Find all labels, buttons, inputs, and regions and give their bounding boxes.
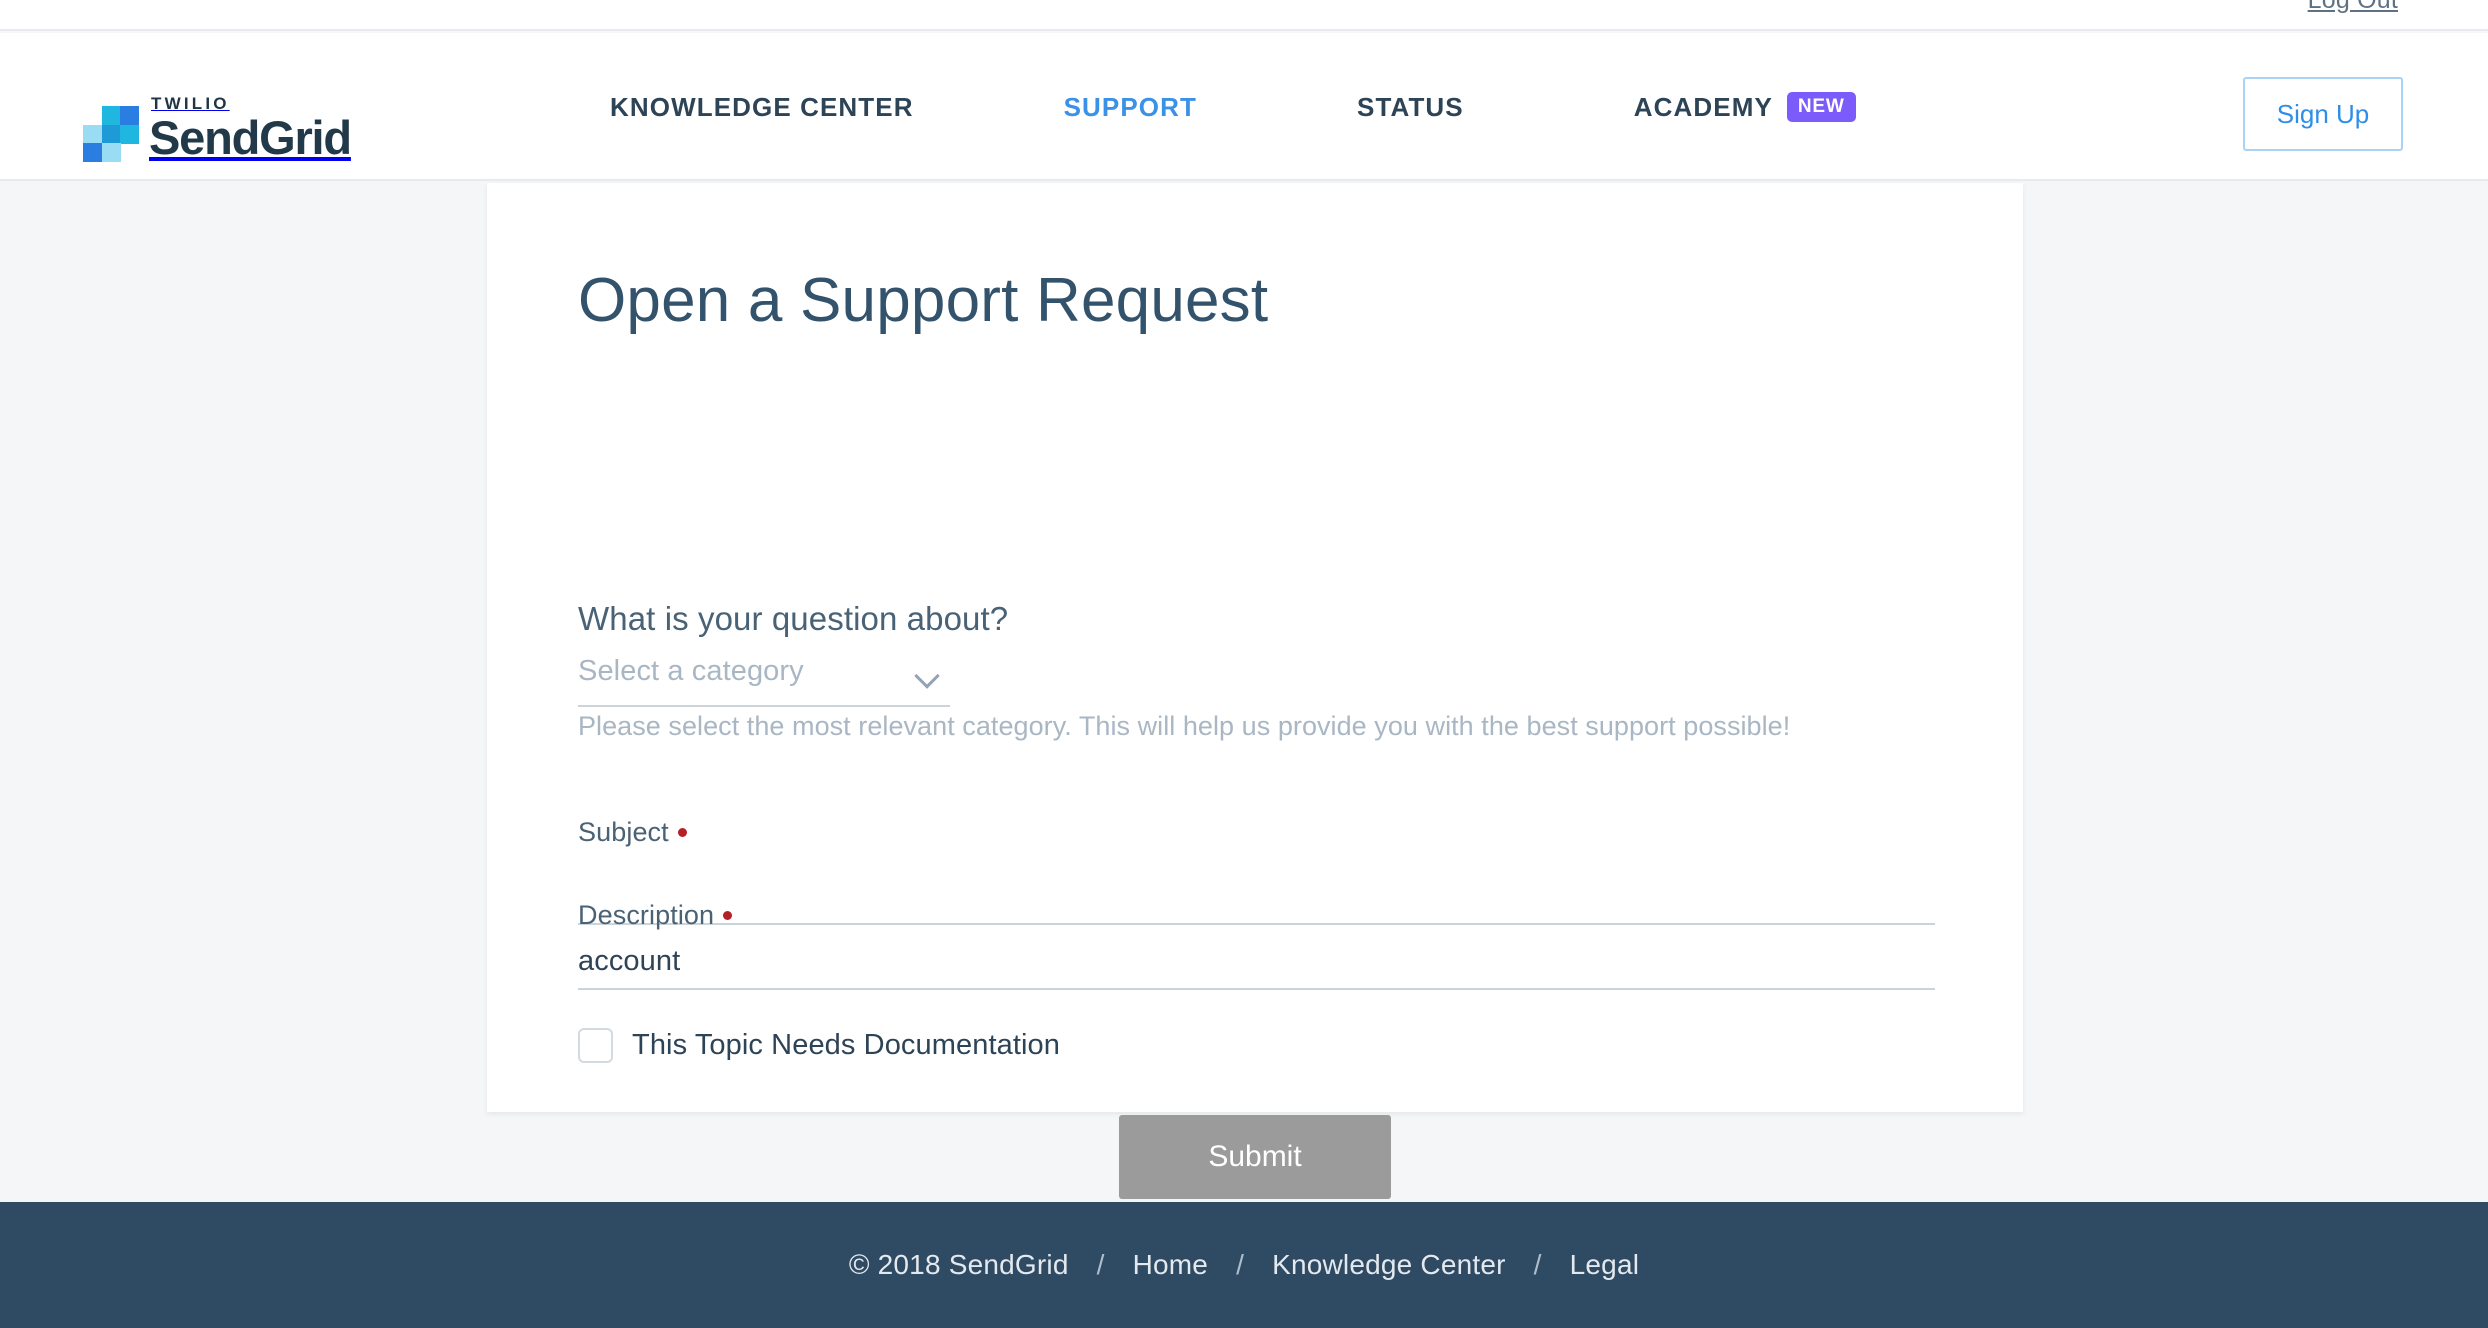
description-field-group: Description [578, 900, 1935, 990]
site-footer: © 2018 SendGrid / Home / Knowledge Cente… [0, 1202, 2488, 1328]
nav-item-support[interactable]: SUPPORT [1064, 92, 1197, 123]
category-helper-text: Please select the most relevant category… [578, 711, 1791, 741]
footer-separator: / [1096, 1249, 1105, 1280]
nav-label-academy: ACADEMY [1633, 91, 1773, 122]
nav-item-knowledge-center[interactable]: KNOWLEDGE CENTER [610, 92, 914, 123]
chevron-down-icon [914, 663, 940, 689]
site-header: TWILIO SendGrid KNOWLEDGE CENTER SUPPORT… [0, 33, 2488, 181]
documentation-checkbox[interactable] [578, 1028, 613, 1063]
documentation-checkbox-row[interactable]: This Topic Needs Documentation [578, 1028, 1060, 1063]
support-request-card: Open a Support Request What is your ques… [487, 183, 2023, 1199]
category-select-value: Select a category [578, 655, 804, 687]
nav-label-support: SUPPORT [1063, 91, 1197, 122]
footer-link-legal[interactable]: Legal [1570, 1249, 1640, 1281]
description-label-text: Description [578, 900, 715, 930]
footer-link-knowledge-center[interactable]: Knowledge Center [1272, 1249, 1506, 1281]
sendgrid-logo-mark-icon [83, 106, 139, 162]
utility-bar: Log Out [0, 0, 2488, 31]
submit-button[interactable]: Submit [1119, 1115, 1391, 1199]
logo-twilio-text: TWILIO [151, 94, 230, 113]
main-navigation: KNOWLEDGE CENTER SUPPORT STATUS ACADEMY … [610, 33, 1856, 181]
logo-wordmark: TWILIO SendGrid [149, 94, 352, 164]
nav-item-academy[interactable]: ACADEMY NEW [1634, 92, 1856, 123]
required-dot-icon [723, 911, 733, 920]
nav-label-knowledge-center: KNOWLEDGE CENTER [610, 91, 914, 122]
footer-link-home[interactable]: Home [1133, 1249, 1209, 1281]
subject-label-text: Subject [578, 817, 669, 847]
log-out-link[interactable]: Log Out [2308, 0, 2398, 15]
required-dot-icon [677, 828, 687, 837]
documentation-checkbox-label: This Topic Needs Documentation [632, 1029, 1061, 1061]
sign-up-button[interactable]: Sign Up [2243, 77, 2403, 151]
logo-sendgrid-text: SendGrid [149, 111, 352, 164]
footer-links: © 2018 SendGrid / Home / Knowledge Cente… [849, 1249, 1639, 1281]
academy-new-badge: NEW [1786, 92, 1856, 122]
nav-item-status[interactable]: STATUS [1357, 92, 1464, 123]
category-select[interactable]: Select a category [578, 653, 950, 707]
nav-label-status: STATUS [1357, 91, 1464, 122]
sendgrid-logo[interactable]: TWILIO SendGrid [83, 94, 352, 164]
footer-separator: / [1236, 1249, 1245, 1280]
footer-copyright: © 2018 SendGrid [848, 1249, 1069, 1280]
page-body: Open a Support Request What is your ques… [0, 183, 2488, 1202]
footer-separator: / [1533, 1249, 1542, 1280]
category-question-label: What is your question about? [578, 600, 1009, 637]
subject-label: Subject [578, 817, 687, 848]
description-input[interactable] [578, 939, 1935, 990]
page-title: Open a Support Request [578, 266, 1269, 335]
description-label: Description [578, 900, 733, 931]
